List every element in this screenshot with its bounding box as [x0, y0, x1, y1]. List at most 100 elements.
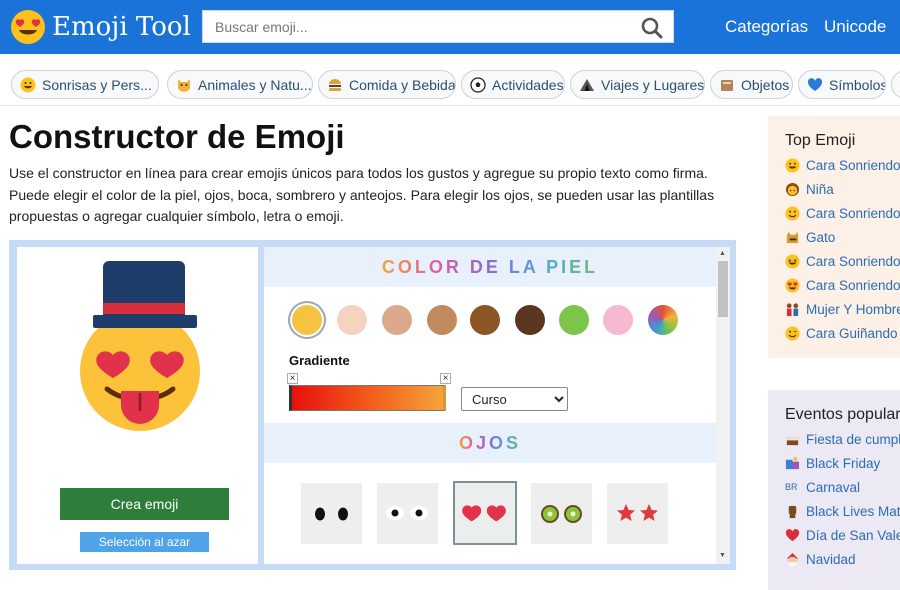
- category-pill-simbolos[interactable]: Símbolos: [798, 70, 886, 99]
- category-label: Actividades: [492, 76, 564, 93]
- top-emoji-label: Cara Sonriendo: [806, 158, 900, 173]
- winking-face-icon: [785, 326, 800, 341]
- top-emoji-item[interactable]: Mujer Y Hombre: [785, 302, 900, 317]
- category-pill-animales[interactable]: Animales y Natu...: [167, 70, 313, 99]
- gradient-mode-select[interactable]: Curso: [461, 387, 568, 411]
- grinning-face-icon: [785, 158, 800, 173]
- skin-swatch-medium[interactable]: [427, 305, 457, 335]
- heart-icon: [785, 529, 800, 542]
- gradient-stop-remove-left[interactable]: ×: [287, 373, 298, 384]
- site-logo[interactable]: Emoji Tool: [10, 9, 191, 45]
- category-label: Sonrisas y Pers...: [42, 76, 152, 93]
- skin-swatch-dark[interactable]: [515, 305, 545, 335]
- skin-color-section-header: COLOR DE LA PIEL: [264, 247, 716, 287]
- heart-icon: [807, 77, 823, 91]
- scroll-up-arrow[interactable]: ▲: [719, 250, 727, 258]
- scroll-down-arrow[interactable]: ▼: [719, 552, 727, 560]
- eye-option-hearts[interactable]: [453, 481, 517, 545]
- skin-color-heading: COLOR DE LA PIEL: [381, 256, 599, 277]
- shopping-icon: [785, 456, 800, 470]
- category-pill-sonrisas[interactable]: Sonrisas y Pers...: [11, 70, 159, 99]
- intro-paragraph: Use el constructor en línea para crear e…: [9, 165, 715, 224]
- event-label: Carnaval: [806, 480, 861, 495]
- top-emoji-item[interactable]: Cara Sonriendo: [785, 158, 900, 173]
- top-emoji-label: Cara Sonriendo: [806, 206, 900, 221]
- cat-face-icon: [178, 78, 190, 92]
- builder-options-panel: COLOR DE LA PIEL Gradiente × × Curso OJO…: [264, 247, 730, 564]
- skin-swatch-yellow[interactable]: [292, 305, 322, 335]
- top-emoji-title: Top Emoji: [785, 132, 856, 149]
- eye-option-black-dots[interactable]: [301, 483, 362, 544]
- logo-text: Emoji Tool: [52, 12, 191, 42]
- cake-icon: [786, 437, 799, 446]
- grinning-face-icon: [20, 77, 36, 92]
- couple-icon: [786, 303, 799, 317]
- category-label: Comida y Bebida: [349, 76, 456, 93]
- top-header: Emoji Tool Categorías Unicode: [0, 0, 900, 54]
- event-item[interactable]: Black Lives Matte: [785, 504, 900, 519]
- category-pill-viajes[interactable]: Viajes y Lugares: [570, 70, 705, 99]
- top-emoji-item[interactable]: Cara Sonriendo: [785, 254, 900, 269]
- options-scrollbar[interactable]: ▲ ▼: [716, 247, 730, 564]
- top-emoji-label: Niña: [806, 182, 834, 197]
- gradient-stop-remove-right[interactable]: ×: [440, 373, 451, 384]
- burger-icon: [329, 78, 341, 91]
- top-emoji-item[interactable]: Cara Sonriendo: [785, 206, 900, 221]
- event-item[interactable]: Black Friday: [785, 456, 880, 471]
- smiling-face-icon: [785, 206, 800, 221]
- search-icon[interactable]: [641, 17, 663, 39]
- white-eyes-icon: [386, 506, 428, 520]
- category-pill-comida[interactable]: Comida y Bebida: [318, 70, 456, 99]
- event-item[interactable]: Navidad: [785, 552, 856, 567]
- top-hat-brim: [93, 315, 197, 328]
- emoji-preview-panel: Crea emoji Selección al azar: [17, 247, 258, 564]
- skin-swatch-green[interactable]: [559, 305, 589, 335]
- skin-swatch-medium-dark[interactable]: [470, 305, 500, 335]
- top-emoji-item[interactable]: Gato: [785, 230, 835, 245]
- eye-option-stars[interactable]: [607, 483, 668, 544]
- eye-option-kiwi[interactable]: [531, 483, 592, 544]
- category-pill-overflow[interactable]: [891, 70, 900, 99]
- nav-unicode[interactable]: Unicode: [824, 17, 886, 37]
- event-label: Black Lives Matte: [806, 504, 900, 519]
- category-label: Objetos: [741, 76, 790, 93]
- search-input[interactable]: [203, 11, 623, 42]
- br-flag-icon: BR: [785, 482, 798, 492]
- category-pill-objetos[interactable]: Objetos: [710, 70, 793, 99]
- heart-eyes-face-icon: [785, 278, 800, 293]
- gradient-bar[interactable]: [289, 385, 446, 411]
- popular-events-title: Eventos popular: [785, 406, 900, 423]
- black-dots-eyes-icon: [315, 507, 348, 521]
- category-bar: Sonrisas y Pers... Animales y Natu... Co…: [0, 62, 900, 106]
- event-item[interactable]: Día de San Vale: [785, 528, 900, 543]
- gradient-label: Gradiente: [289, 353, 350, 368]
- top-emoji-label: Cara Sonriendo: [806, 278, 900, 293]
- scroll-thumb[interactable]: [718, 261, 728, 317]
- popular-events-box: Eventos popular Fiesta de cumple Black F…: [768, 390, 900, 590]
- category-pill-actividades[interactable]: Actividades: [461, 70, 565, 99]
- skin-swatch-multicolor[interactable]: [648, 305, 678, 335]
- skin-swatch-pink[interactable]: [603, 305, 633, 335]
- heart-eyes-logo-icon: [11, 10, 45, 44]
- emoji-preview: [80, 261, 200, 431]
- skin-swatch-medium-light[interactable]: [382, 305, 412, 335]
- event-item[interactable]: BR Carnaval: [785, 480, 860, 495]
- nav-categorias[interactable]: Categorías: [725, 17, 808, 37]
- top-hat-band: [103, 303, 185, 314]
- top-emoji-label: Gato: [806, 230, 836, 245]
- eye-option-white-eyes[interactable]: [377, 483, 438, 544]
- category-label: Viajes y Lugares: [601, 76, 705, 93]
- top-emoji-item[interactable]: Cara Guiñando: [785, 326, 898, 341]
- heart-eyes-icon: [462, 505, 506, 522]
- event-label: Navidad: [806, 552, 856, 567]
- top-emoji-label: Cara Sonriendo: [806, 254, 900, 269]
- create-emoji-button[interactable]: Crea emoji: [60, 488, 229, 520]
- eyes-heading: OJOS: [458, 432, 522, 453]
- event-item[interactable]: Fiesta de cumple: [785, 432, 900, 447]
- skin-swatch-light[interactable]: [337, 305, 367, 335]
- top-emoji-item[interactable]: Cara Sonriendo: [785, 278, 900, 293]
- top-emoji-item[interactable]: Niña: [785, 182, 834, 197]
- soccer-ball-icon: [470, 76, 486, 93]
- random-selection-button[interactable]: Selección al azar: [80, 532, 209, 552]
- category-label: Animales y Natu...: [198, 76, 312, 93]
